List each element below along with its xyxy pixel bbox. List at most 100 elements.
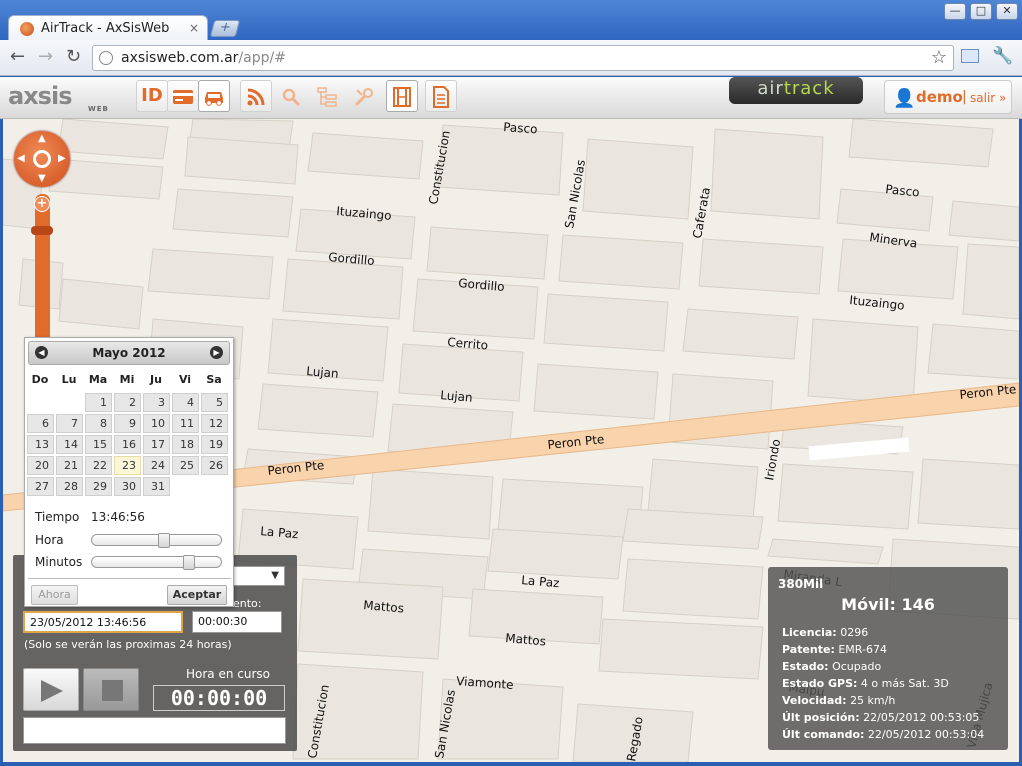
start-datetime-field[interactable]: 23/05/2012 13:46:56 [23, 611, 183, 633]
svg-text:Caferata: Caferata [690, 186, 713, 239]
search-button[interactable] [275, 80, 307, 112]
detail-label: Últ comando: [782, 728, 865, 741]
calendar-day[interactable]: 6 [27, 414, 54, 433]
vehicle-detail-row: Patente: EMR-674 [782, 643, 887, 656]
tree-button[interactable] [311, 80, 343, 112]
next-month-icon[interactable]: ▶ [210, 346, 223, 359]
svg-text:Lujan: Lujan [306, 364, 339, 381]
address-bar[interactable]: axsisweb.com.ar/app/# ☆ [92, 45, 954, 71]
calendar-day[interactable]: 30 [114, 477, 141, 496]
pan-down-icon[interactable]: ▼ [38, 173, 46, 184]
vehicle-top-label: 380Mil [778, 577, 824, 591]
pan-up-icon[interactable]: ▲ [38, 133, 46, 144]
calendar-day[interactable]: 20 [27, 456, 54, 475]
detail-value: 0296 [840, 626, 869, 639]
calendar-day[interactable]: 17 [143, 435, 170, 454]
calendar-day[interactable]: 23 [114, 456, 141, 475]
close-window-button[interactable]: ✕ [996, 3, 1018, 20]
segment-field[interactable]: 00:00:30 [192, 611, 282, 633]
vehicle-detail-row: Estado GPS: 4 o más Sat. 3D [782, 677, 949, 690]
wrench-icon[interactable]: 🔧 [992, 46, 1013, 66]
vehicle-detail-row: Velocidad: 25 km/h [782, 694, 895, 707]
svg-text:Pasco: Pasco [503, 120, 538, 136]
calendar-day[interactable]: 13 [27, 435, 54, 454]
id-button[interactable]: ID [136, 80, 168, 112]
calendar-day[interactable]: 3 [143, 393, 170, 412]
accept-button[interactable]: Aceptar [167, 585, 227, 605]
calendar-day[interactable]: 26 [201, 456, 228, 475]
calendar-day[interactable]: 24 [143, 456, 170, 475]
now-button[interactable]: Ahora [31, 585, 78, 605]
calendar-day[interactable]: 12 [201, 414, 228, 433]
pan-left-icon[interactable]: ◀ [17, 153, 25, 164]
zoom-handle[interactable] [31, 226, 53, 235]
user-separator: | [962, 89, 967, 105]
film-button[interactable] [386, 80, 418, 112]
reload-icon[interactable]: ↻ [66, 46, 81, 67]
calendar-day[interactable]: 22 [85, 456, 112, 475]
rss-button[interactable] [240, 80, 272, 112]
forward-icon[interactable]: → [38, 46, 53, 67]
calendar-day[interactable]: 31 [143, 477, 170, 496]
calendar-day[interactable]: 8 [85, 414, 112, 433]
vehicle-button[interactable] [198, 80, 230, 112]
calendar-day[interactable]: 2 [114, 393, 141, 412]
tab-close-icon[interactable]: × [189, 21, 199, 35]
zoom-slider[interactable] [35, 194, 50, 342]
user-name[interactable]: demo [916, 88, 963, 106]
calendar-day[interactable]: 28 [56, 477, 83, 496]
new-tab-button[interactable]: + [209, 20, 241, 37]
calendar-day[interactable]: 11 [172, 414, 199, 433]
calendar-day[interactable]: 29 [85, 477, 112, 496]
mode-select[interactable]: ▼ [233, 566, 285, 586]
calendar-day[interactable]: 4 [172, 393, 199, 412]
maximize-button[interactable]: □ [970, 3, 992, 20]
calendar-day[interactable]: 5 [201, 393, 228, 412]
calendar-day[interactable]: 19 [201, 435, 228, 454]
browser-tab[interactable]: AirTrack - AxSisWeb × [8, 15, 208, 41]
datepicker-header: ◀ Mayo 2012 ▶ [28, 341, 230, 365]
logout-link[interactable]: salir » [970, 91, 1006, 105]
bookmark-star-icon[interactable]: ☆ [931, 47, 947, 68]
minutes-slider-handle[interactable] [183, 555, 195, 570]
minimize-button[interactable]: — [944, 3, 966, 20]
pan-right-icon[interactable]: ▶ [58, 153, 66, 164]
card-button[interactable] [167, 80, 199, 112]
detail-value: 4 o más Sat. 3D [860, 677, 949, 690]
calendar-day[interactable]: 1 [85, 393, 112, 412]
pan-center-icon[interactable] [33, 150, 51, 168]
tools-icon [354, 88, 373, 107]
tree-icon [317, 87, 337, 107]
url-text[interactable]: axsisweb.com.ar/app/# [121, 50, 286, 66]
svg-text:Mattos: Mattos [505, 631, 547, 648]
report-button[interactable] [425, 80, 457, 112]
progress-field[interactable] [23, 717, 286, 744]
page-action-icon[interactable] [961, 49, 979, 63]
calendar-day[interactable]: 10 [143, 414, 170, 433]
calendar-day[interactable]: 27 [27, 477, 54, 496]
detail-label: Patente: [782, 643, 835, 656]
pan-control[interactable]: ▲ ▼ ◀ ▶ [14, 131, 70, 187]
calendar-day[interactable]: 16 [114, 435, 141, 454]
calendar-day[interactable]: 21 [56, 456, 83, 475]
minutes-slider[interactable] [91, 555, 222, 570]
detail-label: Últ posición: [782, 711, 860, 724]
calendar-day[interactable]: 14 [56, 435, 83, 454]
zoom-in-button[interactable]: + [34, 196, 50, 212]
vehicle-detail-row: Licencia: 0296 [782, 626, 868, 639]
airtrack-brand: airtrack [729, 77, 863, 104]
hour-slider[interactable] [91, 533, 222, 548]
play-button[interactable] [23, 668, 79, 711]
tools-button[interactable] [348, 80, 380, 112]
weekday-header: Ju [150, 373, 162, 386]
hour-slider-handle[interactable] [158, 533, 170, 548]
calendar-day[interactable]: 9 [114, 414, 141, 433]
calendar-day[interactable]: 15 [85, 435, 112, 454]
weekday-header: Vi [178, 373, 192, 386]
back-icon[interactable]: ← [10, 46, 25, 67]
datepicker: ◀ Mayo 2012 ▶ Do Lu Ma Mi Ju Vi Sa 1 2 3 4 5 6 7 8 9 10… [24, 337, 234, 607]
calendar-day[interactable]: 7 [56, 414, 83, 433]
calendar-day[interactable]: 18 [172, 435, 199, 454]
calendar-day[interactable]: 25 [172, 456, 199, 475]
stop-button[interactable] [83, 668, 139, 711]
